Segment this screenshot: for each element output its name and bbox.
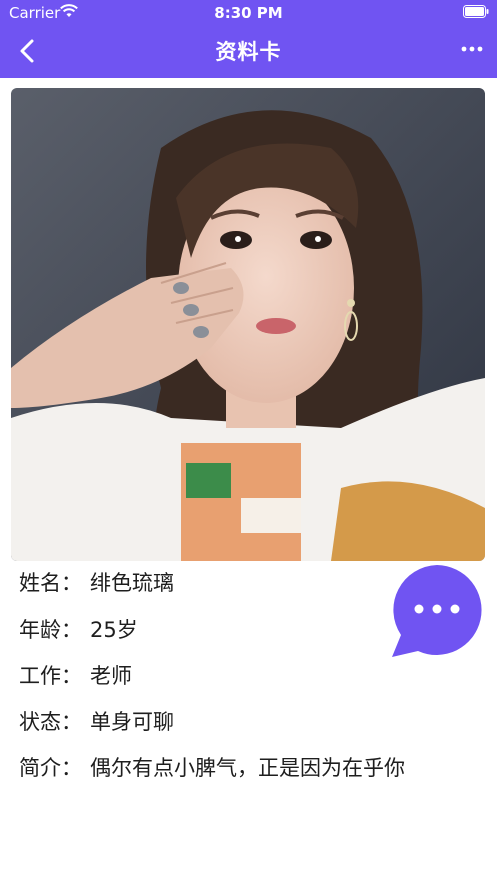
field-label: 年龄： [19,618,82,642]
page-title: 资料卡 [215,40,282,64]
field-value: 单身可聊 [90,710,174,734]
navbar: 资料卡 [0,26,497,78]
chat-bubble-icon[interactable] [388,561,486,659]
field-value: 偶尔有点小脾气，正是因为在乎你 [90,756,405,780]
profile-photo [11,88,485,561]
more-horizontal-icon[interactable] [461,44,483,54]
field-value: 绯色琉璃 [90,571,174,595]
battery-icon [463,5,489,18]
field-label: 状态： [19,710,82,734]
status-time: 8:30 PM [214,4,283,22]
field-label: 工作： [19,664,82,688]
status-bar: Carrier 8:30 PM [0,0,497,26]
field-label: 姓名： [19,571,82,595]
field-value: 25岁 [90,618,138,642]
field-value: 老师 [90,664,132,688]
field-label: 简介： [19,756,82,780]
header: Carrier 8:30 PM 资料卡 [0,0,497,78]
